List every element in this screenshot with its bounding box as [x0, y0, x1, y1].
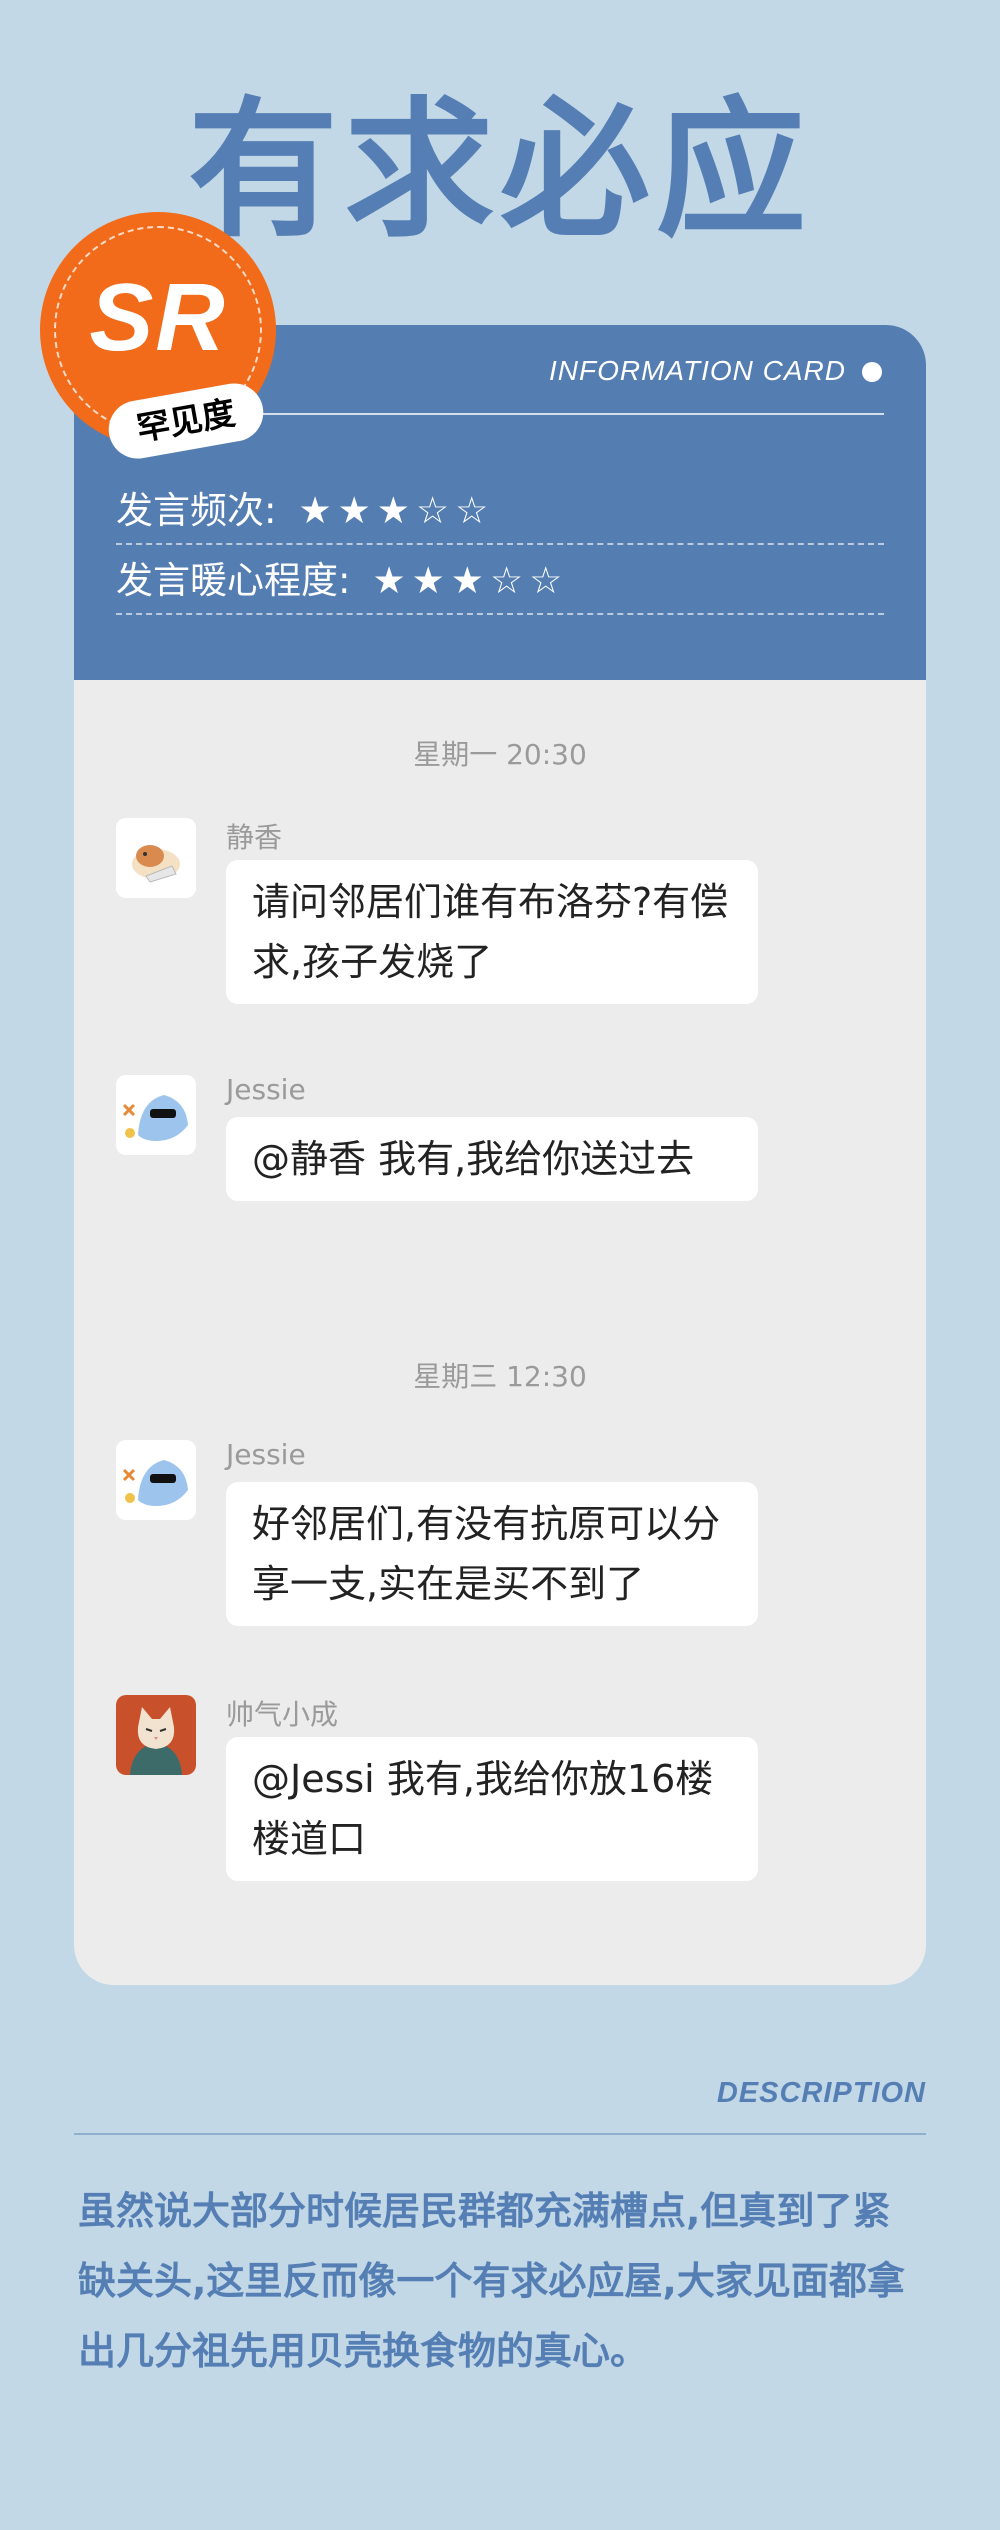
sender-name: 帅气小成: [226, 1698, 339, 1731]
sender-name: 静香: [226, 821, 283, 854]
divider: [74, 2133, 926, 2135]
rating-row-warmth: 发言暖心程度: ★★★☆☆: [116, 549, 884, 615]
chat-timestamp: 星期一 20:30: [413, 738, 587, 771]
chat-timestamp: 星期三 12:30: [413, 1360, 587, 1393]
description-label: DESCRIPTION: [716, 2077, 926, 2109]
message-bubble[interactable]: @Jessi 我有,我给你放16楼楼道口: [226, 1737, 758, 1881]
shark-sunglasses-avatar[interactable]: [116, 1075, 196, 1155]
rating-label: 发言暖心程度:: [116, 559, 351, 602]
dot-icon: [862, 362, 882, 382]
cat-avatar[interactable]: [116, 1695, 196, 1775]
message-bubble[interactable]: @静香 我有,我给你送过去: [226, 1117, 758, 1201]
rating-row-frequency: 发言频次: ★★★☆☆: [116, 479, 884, 545]
description-text: 虽然说大部分时候居民群都充满槽点,但真到了紧缺关头,这里反而像一个有求必应屋,大…: [78, 2189, 905, 2373]
information-card: INFORMATION CARD 发言频次: ★★★☆☆ 发言暖心程度: ★★★☆☆…: [74, 325, 926, 1985]
rating-label: 发言频次:: [116, 489, 277, 532]
rarity-value: SR: [89, 264, 227, 371]
message-bubble[interactable]: 好邻居们,有没有抗原可以分享一支,实在是买不到了: [226, 1482, 758, 1626]
sender-name: Jessie: [226, 1438, 306, 1471]
hamster-avatar[interactable]: [116, 818, 196, 898]
star-rating: ★★★☆☆: [372, 559, 569, 602]
message-bubble[interactable]: 请问邻居们谁有布洛芬?有偿求,孩子发烧了: [226, 860, 758, 1004]
card-label: INFORMATION CARD: [549, 355, 882, 387]
star-rating: ★★★☆☆: [298, 489, 495, 532]
shark-sunglasses-avatar[interactable]: [116, 1440, 196, 1520]
sender-name: Jessie: [226, 1073, 306, 1106]
